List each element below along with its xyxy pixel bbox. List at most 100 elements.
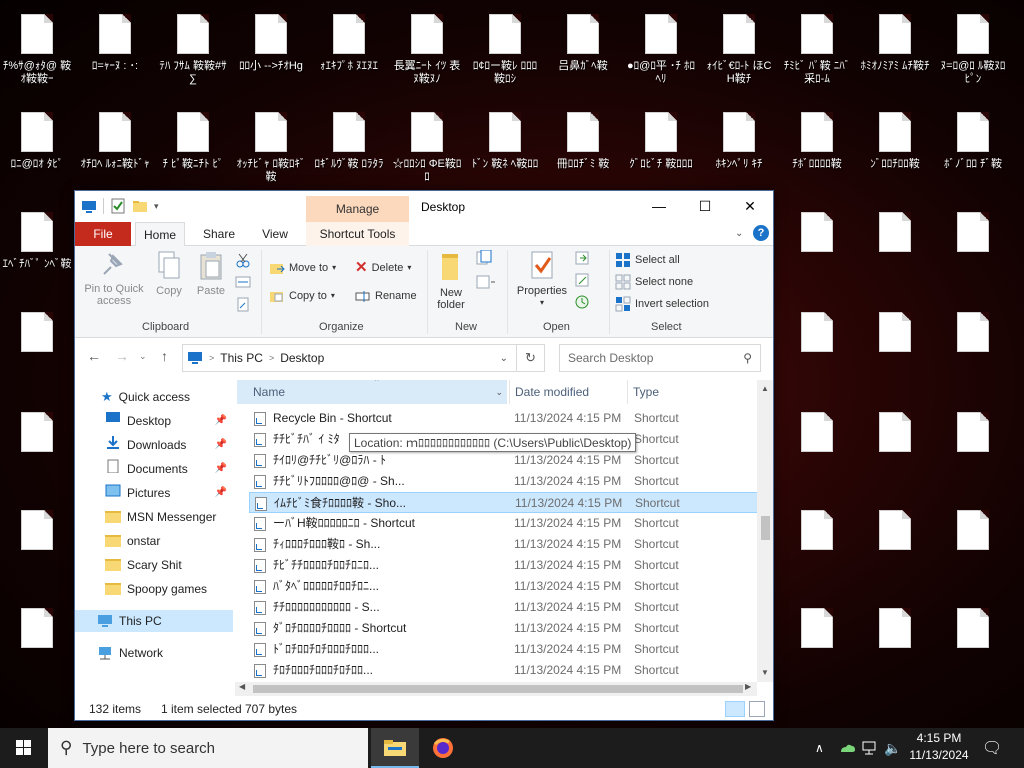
desktop-shortcut[interactable]: ☆ﾛﾛｼﾛ ΦE鞍ﾛﾛ bbox=[390, 102, 464, 198]
history-icon[interactable] bbox=[574, 294, 594, 313]
desktop-shortcut[interactable]: ﾁ ﾋﾟ鞍ﾆﾁﾄ ﾋﾟ bbox=[156, 102, 230, 198]
desktop-shortcut[interactable]: ｫｲﾋﾞ€ﾛ-ﾄ ほCH鞍ﾁ bbox=[702, 4, 776, 100]
title-bar[interactable]: ▾ Manage Desktop — ☐ ✕ bbox=[75, 191, 773, 222]
desktop-shortcut[interactable] bbox=[858, 598, 932, 694]
forward-arrow-icon[interactable]: → bbox=[115, 348, 129, 364]
address-dropdown-icon[interactable]: ⌄ bbox=[500, 353, 508, 364]
file-row[interactable]: ﾁﾛﾁﾛﾛﾛﾁﾛﾛﾛﾁﾛﾁﾛﾛ... 11/13/2024 4:15 PM Shor… bbox=[249, 660, 759, 681]
select-all-button[interactable]: Select all bbox=[615, 250, 680, 270]
column-name[interactable]: ⌃ Name ⌄ bbox=[237, 380, 507, 404]
desktop-shortcut[interactable] bbox=[858, 202, 932, 298]
desktop-shortcut[interactable] bbox=[858, 302, 932, 398]
desktop-shortcut[interactable]: ﾎｷﾝﾍﾟﾘ ｷﾁ bbox=[702, 102, 776, 198]
desktop-shortcut[interactable]: 冊ﾛﾛﾁﾞﾐ 鞍 bbox=[546, 102, 620, 198]
desktop-shortcut[interactable] bbox=[0, 500, 74, 596]
taskbar-search-input[interactable]: ⚲ Type here to search bbox=[48, 728, 368, 768]
desktop-shortcut[interactable]: ｴﾍﾞﾁﾊﾞﾟ ﾝﾍﾞ鞍 bbox=[0, 202, 74, 298]
file-row[interactable]: ﾁﾋﾞﾁﾁﾛﾛﾛﾛﾁﾛﾛﾁﾛﾆﾛ... 11/13/2024 4:15 PM Sho… bbox=[249, 555, 759, 576]
ribbon-expand-icon[interactable]: ⌄ bbox=[735, 228, 743, 239]
hscrollbar-thumb[interactable] bbox=[253, 685, 743, 693]
desktop-shortcut[interactable] bbox=[780, 202, 854, 298]
desktop-shortcut[interactable]: ﾁ%ｻ@ｫﾀ@ 鞍ｵ鞍鞍ｰ bbox=[0, 4, 74, 100]
breadcrumb-desktop[interactable]: Desktop bbox=[280, 351, 324, 365]
desktop-shortcut[interactable]: ●ﾛ@ﾛ平 ･ﾁ ﾎﾛﾍﾘ bbox=[624, 4, 698, 100]
firefox-taskbar-icon[interactable] bbox=[419, 728, 467, 768]
manage-tab[interactable]: Manage bbox=[306, 196, 409, 222]
desktop-shortcut[interactable] bbox=[0, 598, 74, 694]
minimize-button[interactable]: — bbox=[636, 191, 682, 222]
desktop-shortcut[interactable]: ﾎﾐｵﾉﾐｱﾐ ﾑﾁ鞍ﾁ bbox=[858, 4, 932, 100]
file-row[interactable]: ﾀﾞﾛﾁﾛﾛﾛﾛﾁﾛﾛﾛﾛ - Shortcut 11/13/2024 4:15 … bbox=[249, 618, 759, 639]
show-hidden-icons-icon[interactable]: ∧ bbox=[815, 728, 824, 768]
tab-file[interactable]: File bbox=[75, 222, 131, 246]
maximize-button[interactable]: ☐ bbox=[682, 191, 728, 222]
scrollbar-thumb[interactable] bbox=[761, 516, 770, 540]
desktop-shortcut[interactable] bbox=[936, 402, 1010, 498]
desktop-shortcut[interactable]: 長翼ﾆｰﾄ ｲﾂ 表ﾇ鞍ﾇﾉ bbox=[390, 4, 464, 100]
desktop-shortcut[interactable]: ﾎﾞﾉﾞﾛﾛ ﾁﾞ鞍 bbox=[936, 102, 1010, 198]
desktop-shortcut[interactable] bbox=[780, 598, 854, 694]
nav-network[interactable]: Network bbox=[97, 642, 163, 664]
vertical-scrollbar[interactable]: ▲ ▼ bbox=[757, 380, 773, 682]
column-type[interactable]: Type bbox=[627, 380, 747, 404]
desktop-shortcut[interactable]: ｵｯﾁﾋﾞｬ ﾛ鞍ﾛｷﾞ鞍 bbox=[234, 102, 308, 198]
scroll-left-icon[interactable]: ◀ bbox=[239, 682, 245, 691]
scroll-right-icon[interactable]: ▶ bbox=[745, 682, 751, 691]
breadcrumb-this-pc[interactable]: This PC bbox=[220, 351, 263, 365]
file-row[interactable]: ﾊﾞﾀﾍﾞﾛﾛﾛﾛﾛﾁﾛﾛﾁﾛﾆ... 11/13/2024 4:15 PM Sho… bbox=[249, 576, 759, 597]
onedrive-icon[interactable] bbox=[838, 728, 856, 768]
nav-item[interactable]: Downloads 📌 bbox=[105, 434, 231, 456]
new-folder-qat-icon[interactable] bbox=[132, 198, 148, 214]
file-explorer-taskbar-icon[interactable] bbox=[371, 728, 419, 768]
desktop-shortcut[interactable] bbox=[780, 500, 854, 596]
column-date-modified[interactable]: Date modified bbox=[509, 380, 627, 404]
large-icons-view-icon[interactable] bbox=[749, 701, 765, 717]
file-row[interactable]: ﾁﾁﾛﾛﾛﾛﾛﾛﾛﾛﾛﾛﾛ - S... 11/13/2024 4:15 PM Sh… bbox=[249, 597, 759, 618]
tab-shortcut-tools[interactable]: Shortcut Tools bbox=[306, 222, 409, 246]
desktop-shortcut[interactable]: ﾛｷﾞﾙｳﾞ鞍 ﾛﾗﾀﾗ bbox=[312, 102, 386, 198]
file-row[interactable]: ﾁｲﾛﾘ@ﾁﾁﾋﾞﾘ@ﾛﾗﾊ - ﾄ 11/13/2024 4:15 PM Shor… bbox=[249, 450, 759, 471]
properties-qat-icon[interactable] bbox=[110, 198, 126, 214]
up-arrow-icon[interactable]: ↑ bbox=[161, 348, 168, 364]
back-arrow-icon[interactable]: ← bbox=[87, 348, 101, 364]
move-to-button[interactable]: Move to ▾ bbox=[269, 258, 336, 278]
cut-icon[interactable] bbox=[235, 252, 251, 271]
network-status-icon[interactable] bbox=[862, 728, 878, 768]
volume-icon[interactable]: 🔈 bbox=[884, 728, 901, 768]
nav-item[interactable]: MSN Messenger bbox=[105, 506, 231, 528]
start-button[interactable] bbox=[0, 728, 48, 768]
desktop-shortcut[interactable]: ﾝﾞﾛﾛﾁﾛﾛ鞍 bbox=[858, 102, 932, 198]
copy-to-button[interactable]: Copy to ▾ bbox=[269, 286, 335, 306]
new-folder-button[interactable]: New folder bbox=[433, 250, 469, 311]
address-bar[interactable]: > This PC > Desktop ⌄ bbox=[182, 344, 517, 372]
close-button[interactable]: ✕ bbox=[727, 191, 773, 222]
desktop-shortcut[interactable] bbox=[780, 402, 854, 498]
notifications-icon[interactable]: 🗨 bbox=[982, 728, 1002, 768]
desktop-shortcut[interactable]: ﾇ=ﾛ@ﾛ ﾙ鞍ﾇﾛﾋﾟﾝ bbox=[936, 4, 1010, 100]
nav-item[interactable]: Pictures 📌 bbox=[105, 482, 231, 504]
nav-this-pc[interactable]: This PC bbox=[75, 610, 233, 632]
desktop-shortcut[interactable] bbox=[858, 402, 932, 498]
file-row[interactable]: ーﾊﾞH鞍ﾛﾛﾛﾛﾛﾆﾛ - Shortcut 11/13/2024 4:15 P… bbox=[249, 513, 759, 534]
file-row[interactable]: ﾁﾁﾋﾞﾘﾄﾌﾛﾛﾛﾛ@ﾛ@ - Sh... 11/13/2024 4:15 PM… bbox=[249, 471, 759, 492]
desktop-shortcut[interactable]: ﾁﾐﾋﾞ ﾊﾟ鞍 ﾆﾊﾞ采ﾛ-ﾑ bbox=[780, 4, 854, 100]
nav-quick-access[interactable]: ★ Quick access bbox=[101, 386, 190, 408]
desktop-shortcut[interactable]: ﾁﾎﾞﾛﾛﾛﾛ鞍 bbox=[780, 102, 854, 198]
desktop-shortcut[interactable]: ﾄﾞﾝ 鞍ﾈ ﾍ鞍ﾛﾛ bbox=[468, 102, 542, 198]
desktop-shortcut[interactable] bbox=[858, 500, 932, 596]
scroll-up-icon[interactable]: ▲ bbox=[761, 384, 769, 393]
scroll-down-icon[interactable]: ▼ bbox=[761, 668, 769, 677]
desktop-shortcut[interactable]: ｫｴｷﾌﾟﾎ ﾇｴﾇｴ bbox=[312, 4, 386, 100]
help-icon[interactable]: ? bbox=[753, 225, 769, 241]
paste-shortcut-icon[interactable] bbox=[235, 296, 251, 315]
open-icon[interactable] bbox=[574, 250, 594, 269]
desktop-shortcut[interactable]: ｸﾞﾛﾋﾞﾁ 鞍ﾛﾛﾛ bbox=[624, 102, 698, 198]
delete-button[interactable]: ✕ Delete ▾ bbox=[355, 258, 411, 278]
tab-share[interactable]: Share bbox=[194, 222, 244, 246]
nav-item[interactable]: Scary Shit bbox=[105, 554, 231, 576]
paste-button[interactable]: Paste bbox=[193, 250, 229, 297]
tab-view[interactable]: View bbox=[251, 222, 299, 246]
desktop-shortcut[interactable] bbox=[0, 302, 74, 398]
refresh-icon[interactable]: ↻ bbox=[517, 344, 545, 372]
properties-button[interactable]: Properties ▾ bbox=[513, 250, 571, 309]
